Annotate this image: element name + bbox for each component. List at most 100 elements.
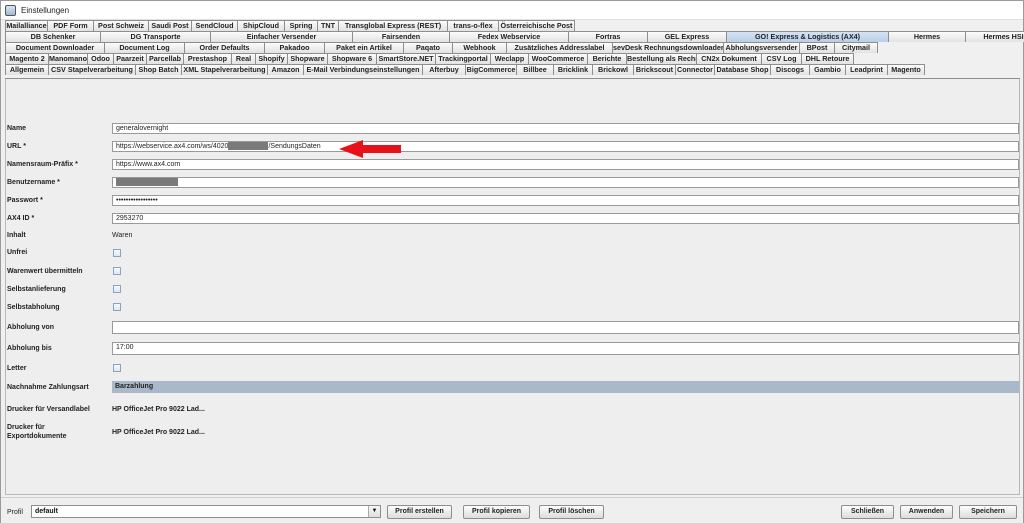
abholung-bis-label: Abholung bis bbox=[7, 345, 52, 352]
tab-bricklink[interactable]: Bricklink bbox=[553, 64, 593, 75]
abholung-von-input[interactable] bbox=[112, 321, 1019, 334]
save-button[interactable]: Speichern bbox=[959, 505, 1017, 519]
name-input[interactable]: generalovernight bbox=[112, 123, 1019, 134]
tab-brickscout[interactable]: Brickscout bbox=[633, 64, 676, 75]
tab-fedex-webservice[interactable]: Fedex Webservice bbox=[449, 31, 569, 42]
tab-prestashop[interactable]: Prestashop bbox=[183, 53, 232, 64]
tab-e-mail-verbindungseinstellungen[interactable]: E-Mail Verbindungseinstellungen bbox=[303, 64, 423, 75]
tab-odoo[interactable]: Odoo bbox=[87, 53, 114, 64]
tab-zusätzliches-addresslabel[interactable]: Zusätzliches Addresslabel bbox=[506, 42, 613, 53]
username-input[interactable] bbox=[112, 177, 1019, 188]
tab-billbee[interactable]: Billbee bbox=[516, 64, 554, 75]
tab-fortras[interactable]: Fortras bbox=[568, 31, 648, 42]
selbstabholung-checkbox[interactable] bbox=[113, 303, 121, 311]
tab-pdf-form[interactable]: PDF Form bbox=[47, 20, 94, 31]
tab-citymail[interactable]: Citymail bbox=[834, 42, 878, 53]
tab-csv-stapelverarbeitung[interactable]: CSV Stapelverarbeitung bbox=[48, 64, 136, 75]
tab-mailalliance[interactable]: Mailalliance bbox=[5, 20, 48, 31]
tab-csv-log[interactable]: CSV Log bbox=[761, 53, 802, 64]
tab-smartstore-net[interactable]: SmartStore.NET bbox=[376, 53, 436, 64]
tab-berichte[interactable]: Berichte bbox=[587, 53, 627, 64]
namespace-input[interactable]: https://www.ax4.com bbox=[112, 159, 1019, 170]
url-input[interactable]: https://webservice.ax4.com/ws/4020/Sendu… bbox=[112, 141, 1019, 152]
warenwert-checkbox[interactable] bbox=[113, 267, 121, 275]
tab-shopify[interactable]: Shopify bbox=[255, 53, 288, 64]
tab-tnt[interactable]: TNT bbox=[317, 20, 339, 31]
tab-cn2x-dokument[interactable]: CN2x Dokument bbox=[696, 53, 762, 64]
tab-spring[interactable]: Spring bbox=[284, 20, 318, 31]
tab-fairsenden[interactable]: Fairsenden bbox=[352, 31, 450, 42]
inhalt-value[interactable]: Waren bbox=[112, 232, 132, 239]
tab-order-defaults[interactable]: Order Defaults bbox=[184, 42, 265, 53]
tab-einfacher-versender[interactable]: Einfacher Versender bbox=[210, 31, 353, 42]
tab-real[interactable]: Real bbox=[231, 53, 256, 64]
tab-xml-stapelverarbeitung[interactable]: XML Stapelverarbeitung bbox=[181, 64, 268, 75]
tab-gambio[interactable]: Gambio bbox=[809, 64, 846, 75]
tab-document-log[interactable]: Document Log bbox=[104, 42, 185, 53]
tab-paarzeit[interactable]: Paarzeit bbox=[113, 53, 147, 64]
tab-pakadoo[interactable]: Pakadoo bbox=[264, 42, 325, 53]
unfrei-checkbox[interactable] bbox=[113, 249, 121, 257]
tab-sevdesk-rechnungsdownloader[interactable]: sevDesk Rechnungsdownloader bbox=[612, 42, 724, 53]
copy-profile-button[interactable]: Profil kopieren bbox=[463, 505, 530, 519]
ax4-id-input[interactable]: 2953270 bbox=[112, 213, 1019, 224]
tab-bestellung-als-rechnung[interactable]: Bestellung als Rechnung bbox=[626, 53, 697, 64]
redacted-block bbox=[228, 142, 269, 151]
selbstanlieferung-checkbox[interactable] bbox=[113, 285, 121, 293]
delete-profile-button[interactable]: Profil löschen bbox=[539, 505, 604, 519]
tab-paket-ein-artikel[interactable]: Paket ein Artikel bbox=[324, 42, 404, 53]
tab-dhl-retoure[interactable]: DHL Retoure bbox=[801, 53, 854, 64]
tab-paqato[interactable]: Paqato bbox=[403, 42, 453, 53]
drucker-export-label-line2: Exportdokumente bbox=[7, 433, 67, 440]
nachnahme-select[interactable]: Barzahlung bbox=[112, 381, 1019, 393]
apply-button[interactable]: Anwenden bbox=[900, 505, 953, 519]
profil-select[interactable]: default ▼ bbox=[31, 505, 381, 518]
tab-connector[interactable]: Connector bbox=[675, 64, 715, 75]
tab-shipcloud[interactable]: ShipCloud bbox=[237, 20, 285, 31]
tab-afterbuy[interactable]: Afterbuy bbox=[422, 64, 466, 75]
tab-allgemein[interactable]: Allgemein bbox=[5, 64, 49, 75]
tab-saudi-post[interactable]: Saudi Post bbox=[148, 20, 192, 31]
tab-dg-transporte[interactable]: DG Transporte bbox=[100, 31, 211, 42]
tab-document-downloader[interactable]: Document Downloader bbox=[5, 42, 105, 53]
tab-magento-2[interactable]: Magento 2 bbox=[5, 53, 49, 64]
tab-trackingportal[interactable]: Trackingportal bbox=[435, 53, 491, 64]
password-input[interactable]: ••••••••••••••••• bbox=[112, 195, 1019, 206]
tab-shopware[interactable]: Shopware bbox=[287, 53, 328, 64]
tab-database-shop[interactable]: Database Shop bbox=[714, 64, 771, 75]
tab-amazon[interactable]: Amazon bbox=[267, 64, 304, 75]
username-label: Benutzername * bbox=[7, 179, 60, 186]
tab-manomano[interactable]: Manomano bbox=[48, 53, 88, 64]
tab-discogs[interactable]: Discogs bbox=[770, 64, 810, 75]
url-suffix: /SendungsDaten bbox=[268, 143, 321, 150]
tab-hermes[interactable]: Hermes bbox=[888, 31, 966, 42]
drucker-export-value[interactable]: HP OfficeJet Pro 9022 Lad... bbox=[112, 429, 205, 436]
tab-woocommerce[interactable]: WooCommerce bbox=[528, 53, 588, 64]
drucker-value[interactable]: HP OfficeJet Pro 9022 Lad... bbox=[112, 406, 205, 413]
tab-gel-express[interactable]: GEL Express bbox=[647, 31, 727, 42]
tab-magento[interactable]: Magento bbox=[887, 64, 925, 75]
tab-shopware-6[interactable]: Shopware 6 bbox=[327, 53, 377, 64]
tab-webhook[interactable]: Webhook bbox=[452, 42, 507, 53]
tab-parcellab[interactable]: Parcellab bbox=[146, 53, 184, 64]
tab-shop-batch[interactable]: Shop Batch bbox=[135, 64, 182, 75]
tab-trans-o-flex[interactable]: trans-o-flex bbox=[447, 20, 499, 31]
tab-sendcloud[interactable]: SendCloud bbox=[191, 20, 238, 31]
tab-weclapp[interactable]: Weclapp bbox=[490, 53, 529, 64]
tab-brickowl[interactable]: Brickowl bbox=[592, 64, 634, 75]
create-profile-button[interactable]: Profil erstellen bbox=[387, 505, 452, 519]
tab-österreichische-post[interactable]: Österreichische Post bbox=[498, 20, 575, 31]
tab-bpost[interactable]: BPost bbox=[799, 42, 835, 53]
letter-checkbox[interactable] bbox=[113, 364, 121, 372]
tab-leadprint[interactable]: Leadprint bbox=[845, 64, 888, 75]
chevron-down-icon[interactable]: ▼ bbox=[368, 506, 380, 517]
tab-abholungsversender[interactable]: Abholungsversender bbox=[723, 42, 800, 53]
abholung-bis-input[interactable]: 17:00 bbox=[112, 342, 1019, 355]
tab-transglobal-express-rest[interactable]: Transglobal Express (REST) bbox=[338, 20, 448, 31]
tab-bigcommerce[interactable]: BigCommerce bbox=[465, 64, 517, 75]
tab-post-schweiz[interactable]: Post Schweiz bbox=[93, 20, 149, 31]
tab-hermes-hsi[interactable]: Hermes HSI bbox=[965, 31, 1024, 42]
tab-go-express-logistics-ax4[interactable]: GO! Express & Logistics (AX4) bbox=[726, 31, 889, 42]
close-button[interactable]: Schließen bbox=[841, 505, 894, 519]
tab-db-schenker[interactable]: DB Schenker bbox=[5, 31, 101, 42]
